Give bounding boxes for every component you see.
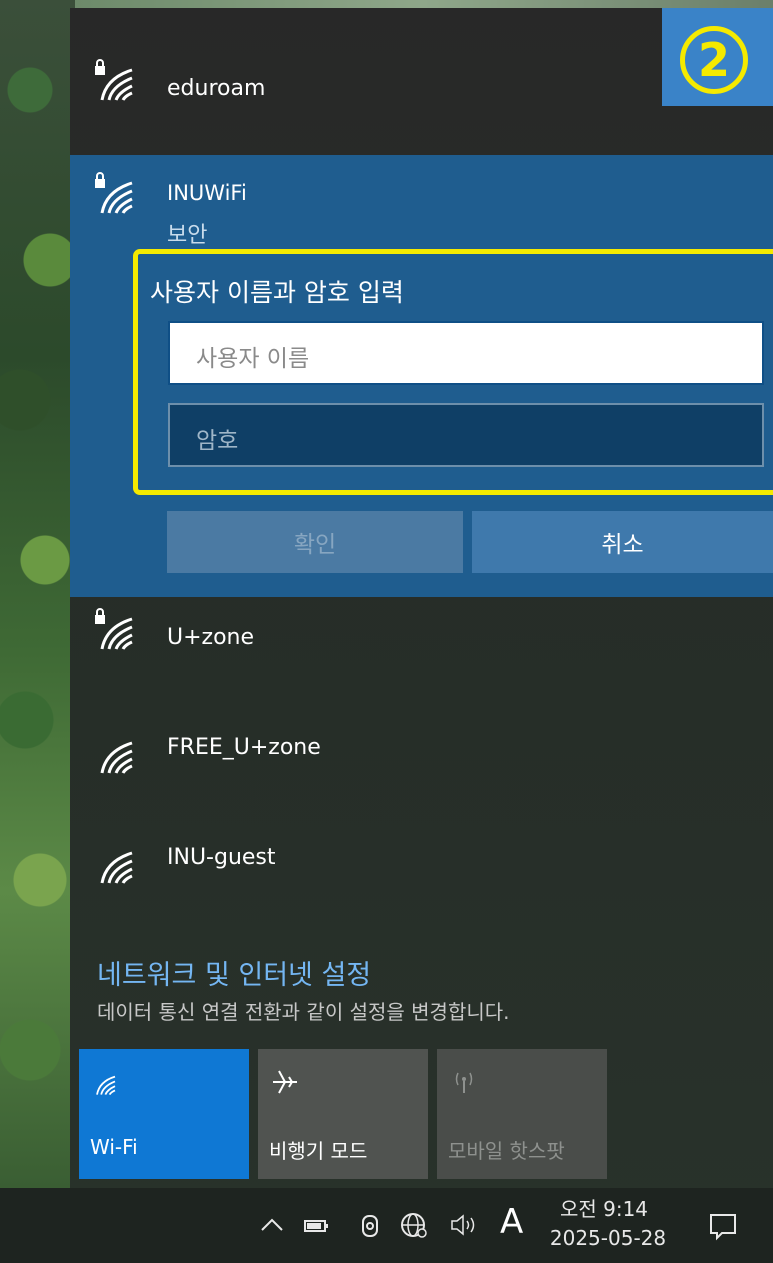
- network-flyout: eduroam 2 INUWiFi 보안 사용자 이름과 암호 입력 사용자 이…: [70, 8, 773, 1188]
- wifi-lock-icon: [95, 608, 133, 650]
- step-number-badge: 2: [680, 26, 748, 94]
- ok-button[interactable]: 확인: [167, 511, 463, 573]
- speaker-icon[interactable]: [448, 1208, 482, 1242]
- quick-action-airplane-mode[interactable]: 비행기 모드: [258, 1049, 428, 1179]
- desktop-background: [0, 0, 75, 1188]
- battery-icon[interactable]: [302, 1208, 330, 1242]
- action-center-icon[interactable]: [706, 1208, 740, 1242]
- wifi-lock-icon: [95, 59, 133, 101]
- wifi-icon: [96, 1075, 116, 1096]
- network-item-inuwifi[interactable]: INUWiFi 보안 사용자 이름과 암호 입력 사용자 이름 암호 확인 취소: [70, 155, 773, 597]
- ime-indicator[interactable]: A: [500, 1202, 523, 1242]
- chevron-up-icon[interactable]: [258, 1208, 286, 1242]
- quick-action-wifi[interactable]: Wi-Fi: [79, 1049, 249, 1179]
- airplane-icon: [273, 1070, 297, 1094]
- network-name: U+zone: [167, 625, 255, 650]
- wifi-icon: [100, 851, 133, 884]
- wifi-icon: [100, 741, 133, 774]
- network-name: eduroam: [167, 76, 266, 101]
- network-item-free-uzone[interactable]: FREE_U+zone: [70, 707, 773, 817]
- clock-time[interactable]: 오전 9:14: [544, 1193, 664, 1222]
- network-item-uzone[interactable]: U+zone: [70, 597, 773, 707]
- quick-action-mobile-hotspot: 모바일 핫스팟: [437, 1049, 607, 1179]
- network-name: INU-guest: [167, 845, 276, 870]
- hotspot-icon: [455, 1072, 473, 1093]
- cancel-button[interactable]: 취소: [472, 511, 773, 573]
- network-name: INUWiFi: [167, 181, 247, 205]
- clock-date[interactable]: 2025-05-28: [544, 1226, 672, 1250]
- globe-icon[interactable]: [398, 1208, 430, 1242]
- quick-action-label: 비행기 모드: [269, 1139, 368, 1163]
- quick-action-label: Wi-Fi: [90, 1135, 138, 1159]
- network-settings-link[interactable]: 네트워크 및 인터넷 설정: [97, 953, 371, 992]
- taskbar: A 오전 9:14 2025-05-28: [0, 1188, 773, 1263]
- wifi-lock-icon: [95, 172, 133, 214]
- step-annotation: 2: [662, 8, 773, 106]
- quick-action-label: 모바일 핫스팟: [448, 1139, 565, 1163]
- annotation-highlight-box: [133, 249, 773, 495]
- network-settings-description: 데이터 통신 연결 전환과 같이 설정을 변경합니다.: [97, 1000, 510, 1024]
- camera-icon[interactable]: [357, 1208, 385, 1242]
- network-security-status: 보안: [167, 223, 208, 248]
- network-item-inu-guest[interactable]: INU-guest: [70, 817, 773, 927]
- network-name: FREE_U+zone: [167, 735, 321, 760]
